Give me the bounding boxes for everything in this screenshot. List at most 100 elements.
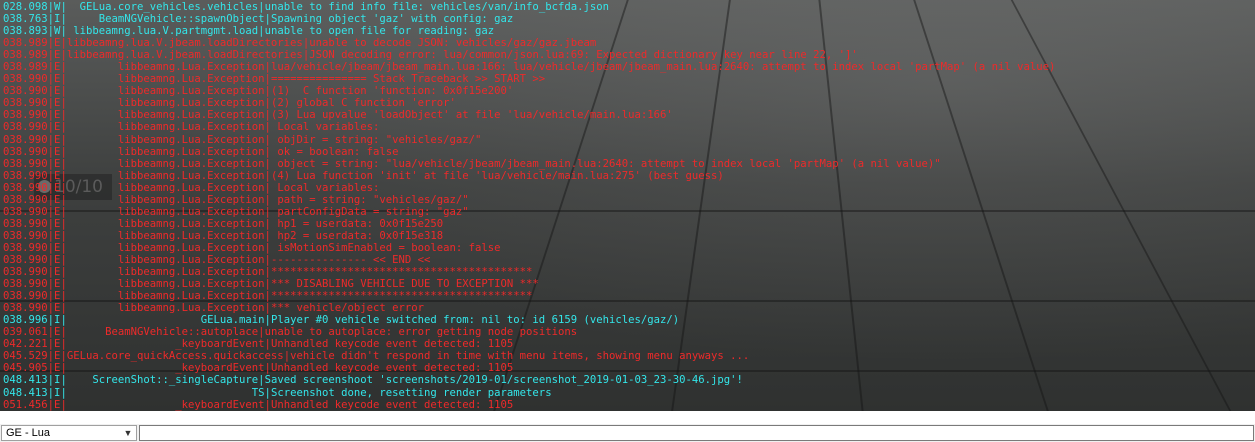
console-line-source: libbeamng.Lua.Exception xyxy=(66,229,265,242)
console-line-message: --------------- << END << xyxy=(270,253,431,266)
console-line: 038.990|E| libbeamng.Lua.Exception| path… xyxy=(3,194,1255,206)
console-line-source: libbeamng.Lua.Exception xyxy=(66,217,265,230)
console-line: 051.456|E| _keyboardEvent|Unhandled keyc… xyxy=(3,399,1255,411)
console-line-source: libbeamng.Lua.Exception xyxy=(66,266,265,279)
console-line-time: 038.990 xyxy=(3,121,48,134)
console-line-message: (4) Lua function 'init' at file 'lua/veh… xyxy=(270,169,724,182)
console-line-message: path = string: "vehicles/gaz/" xyxy=(270,193,469,206)
console-line-time: 028.098 xyxy=(3,1,48,13)
console-line-source: libbeamng.Lua.Exception xyxy=(66,278,265,291)
console-line-source: libbeamng.Lua.Exception xyxy=(66,73,265,86)
console-line-source: libbeamng.Lua.Exception xyxy=(66,121,265,134)
console-line-message: unable to autoplace: error getting node … xyxy=(264,326,578,339)
console-line-time: 038.990 xyxy=(3,85,48,98)
console-line-time: 038.763 xyxy=(3,13,48,26)
console-line-time: 045.529 xyxy=(3,350,48,363)
console-line-message: vehicle didn't respond in time with menu… xyxy=(290,350,750,363)
chevron-down-icon[interactable]: ▼ xyxy=(122,426,134,440)
console-line-message: ok = boolean: false xyxy=(270,145,399,158)
console-line-source: libbeamng.Lua.Exception xyxy=(66,97,265,110)
console-line-message: ****************************************… xyxy=(270,290,533,303)
console-line-time: 038.996 xyxy=(3,314,48,327)
console-line-message: Unhandled keycode event detected: 1105 xyxy=(270,398,514,411)
console-line: 039.061|E| BeamNGVehicle::autoplace|unab… xyxy=(3,326,1255,338)
console-line-message: *** DISABLING VEHICLE DUE TO EXCEPTION *… xyxy=(270,278,539,291)
console-log[interactable]: 028.098|W| GELua.core_vehicles.vehicles|… xyxy=(0,0,1255,411)
console-line: 038.990|E| libbeamng.Lua.Exception|(2) g… xyxy=(3,97,1255,109)
console-line-message: Saved screenshoot 'screenshots/2019-01/s… xyxy=(264,374,743,387)
console-line-time: 038.990 xyxy=(3,217,48,230)
console-line-message: ****************************************… xyxy=(270,266,533,279)
console-line-message: isMotionSimEnabled = boolean: false xyxy=(270,241,501,254)
console-line-time: 038.990 xyxy=(3,97,48,110)
console-line-time: 038.989 xyxy=(3,61,48,74)
console-line-message: Spawning object 'gaz' with config: gaz xyxy=(270,13,514,26)
console-line-message: Local variables: xyxy=(270,181,380,194)
console-line-time: 038.893 xyxy=(3,25,48,38)
console-line-time: 038.990 xyxy=(3,302,48,315)
console-line: 038.990|E| libbeamng.Lua.Exception| Loca… xyxy=(3,121,1255,133)
console-line: 038.990|E| libbeamng.Lua.Exception| part… xyxy=(3,206,1255,218)
console-line-source: libbeamng.Lua.Exception xyxy=(66,193,265,206)
console-line-source: libbeamng.Lua.Exception xyxy=(66,169,265,182)
console-line-time: 038.990 xyxy=(3,193,48,206)
console-line: 038.990|E| libbeamng.Lua.Exception| ok =… xyxy=(3,146,1255,158)
console-line-message: Unhandled keycode event detected: 1105 xyxy=(270,362,514,375)
console-line-source: libbeamng.Lua.Exception xyxy=(66,290,265,303)
command-input[interactable] xyxy=(139,425,1254,441)
context-select-value: GE - Lua xyxy=(6,427,51,439)
console-line-message: Player #0 vehicle switched from: nil to:… xyxy=(270,314,680,327)
console-line-message: (1) C function 'function: 0x0f15e200' xyxy=(270,85,514,98)
console-line: 038.990|E| libbeamng.Lua.Exception| obje… xyxy=(3,158,1255,170)
console-line-time: 038.990 xyxy=(3,278,48,291)
console-line: 038.990|E| libbeamng.Lua.Exception| hp1 … xyxy=(3,218,1255,230)
console-line-source: _keyboardEvent xyxy=(66,338,265,351)
console-line-time: 048.413 xyxy=(3,386,48,399)
console-line: 038.990|E| libbeamng.Lua.Exception|(4) L… xyxy=(3,170,1255,182)
console-line: 038.990|E| libbeamng.Lua.Exception|(1) C… xyxy=(3,85,1255,97)
console-line-source: _keyboardEvent xyxy=(66,398,265,411)
console-line-message: *** vehicle/object error xyxy=(270,302,425,315)
console-line-source: ScreenShot::_singleCapture xyxy=(66,374,259,387)
console-toolbar-strip xyxy=(0,411,1255,424)
console-line-message: lua/vehicle/jbeam/jbeam_main.lua:166: lu… xyxy=(270,61,1056,74)
console-line-message: Local variables: xyxy=(270,121,380,134)
console-line-time: 038.990 xyxy=(3,290,48,303)
console-line: 038.989|E|libbeamng.lua.V.jbeam.loadDire… xyxy=(3,37,1255,49)
console-line-time: 038.989 xyxy=(3,49,48,62)
console-line-time: 038.990 xyxy=(3,205,48,218)
console-line: 038.990|E| libbeamng.Lua.Exception| isMo… xyxy=(3,242,1255,254)
console-line: 038.990|E| libbeamng.Lua.Exception| hp2 … xyxy=(3,230,1255,242)
console-line: 038.989|E| libbeamng.Lua.Exception|lua/v… xyxy=(3,61,1255,73)
console-line-message: hp1 = userdata: 0x0f15e250 xyxy=(270,217,444,230)
context-select[interactable]: GE - Lua ▼ xyxy=(1,425,137,441)
console-line-time: 042.221 xyxy=(3,338,48,351)
console-line: 038.990|E| libbeamng.Lua.Exception|*****… xyxy=(3,290,1255,302)
console-line: 038.990|E| libbeamng.Lua.Exception|*****… xyxy=(3,266,1255,278)
console-line: 045.905|E| _keyboardEvent|Unhandled keyc… xyxy=(3,362,1255,374)
console-line-message: Screenshot done, resetting render parame… xyxy=(270,386,552,399)
console-line-time: 038.990 xyxy=(3,266,48,279)
console-line-message: Unhandled keycode event detected: 1105 xyxy=(270,338,514,351)
console-line-source: libbeamng.Lua.Exception xyxy=(66,181,265,194)
console-line-source: BeamNGVehicle::autoplace xyxy=(66,326,259,339)
console-line-source: libbeamng.Lua.Exception xyxy=(66,61,265,74)
console-line-message: object = string: "lua/vehicle/jbeam/jbea… xyxy=(270,157,941,170)
console-line-time: 038.990 xyxy=(3,133,48,146)
console-line-source: GELua.main xyxy=(66,314,265,327)
console-line-time: 048.413 xyxy=(3,374,48,387)
console-line-source: libbeamng.lua.V.partmgmt.load xyxy=(66,25,259,38)
console-line-time: 038.990 xyxy=(3,181,48,194)
console-line: 038.990|E| libbeamng.Lua.Exception| objD… xyxy=(3,134,1255,146)
console-line-message: (2) global C function 'error' xyxy=(270,97,456,110)
console-line-time: 038.990 xyxy=(3,253,48,266)
console-line-source: libbeamng.Lua.Exception xyxy=(66,109,265,122)
console-line: 038.989|E|libbeamng.lua.V.jbeam.loadDire… xyxy=(3,49,1255,61)
console-line-message: JSON decoding error: lua/common/json.lua… xyxy=(309,49,858,62)
console-line: 042.221|E| _keyboardEvent|Unhandled keyc… xyxy=(3,338,1255,350)
console-line: 038.990|E| libbeamng.Lua.Exception|-----… xyxy=(3,254,1255,266)
console-line-message: unable to decode JSON: vehicles/gaz/gaz.… xyxy=(309,37,597,50)
console-line-message: hp2 = userdata: 0x0f15e318 xyxy=(270,229,444,242)
console-line-message: unable to find info file: vehicles/van/i… xyxy=(264,1,609,13)
console-line-source: libbeamng.Lua.Exception xyxy=(66,133,265,146)
